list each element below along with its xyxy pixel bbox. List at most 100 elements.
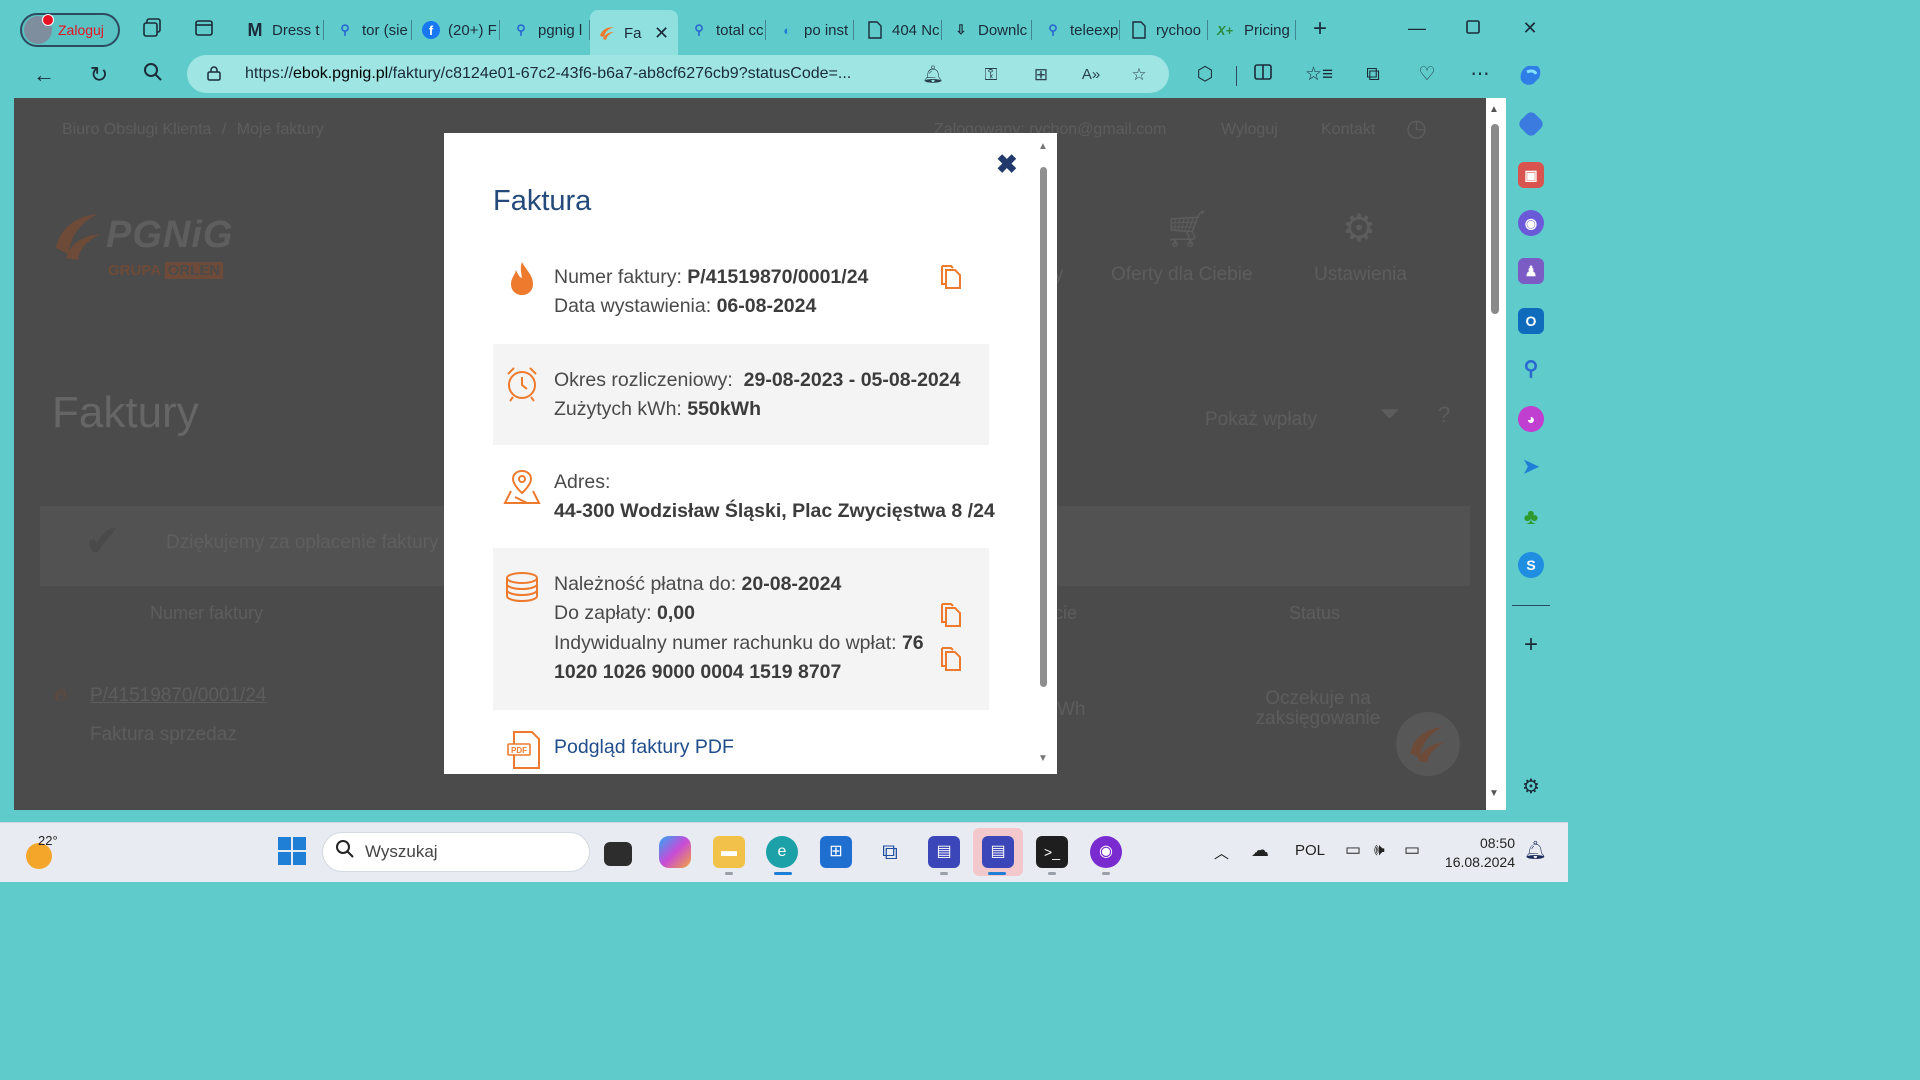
scroll-up-icon[interactable]: ▲: [1489, 104, 1499, 115]
help-icon[interactable]: ?: [1438, 402, 1450, 428]
copilot-icon[interactable]: [1517, 62, 1543, 88]
nav-offers[interactable]: Oferty dla Ciebie: [1111, 264, 1253, 286]
more-menu-icon[interactable]: ⋯: [1467, 62, 1493, 88]
key-icon[interactable]: ⚿: [980, 64, 1002, 86]
url-text: https://ebok.pgnig.pl/faktury/c8124e01-6…: [245, 65, 905, 83]
search-icon[interactable]: [140, 62, 166, 88]
tab-pricing[interactable]: X+ Pricing: [1208, 12, 1296, 48]
workspaces-icon[interactable]: [140, 17, 164, 41]
outlook-icon[interactable]: O: [1518, 308, 1544, 334]
close-window-icon[interactable]: ✕: [1515, 14, 1545, 42]
sidebar-divider: [1512, 605, 1550, 606]
invoice-row-status: Oczekuje na zaksięgowanie: [1255, 688, 1381, 729]
taskbar-search[interactable]: Wyszukaj: [322, 832, 590, 872]
minimize-icon[interactable]: —: [1402, 14, 1432, 42]
invoice-number-label: Numer faktury:: [554, 266, 682, 288]
tab-rychoo[interactable]: rychoo: [1120, 12, 1208, 48]
add-sidebar-icon[interactable]: +: [1518, 632, 1544, 658]
copy-icon[interactable]: [939, 264, 963, 290]
edge-taskbar-icon[interactable]: e: [766, 836, 798, 868]
copy-account-icon[interactable]: [939, 646, 963, 672]
issue-date-label: Data wystawienia:: [554, 295, 712, 317]
show-payments-toggle[interactable]: Pokaż wpłaty: [1205, 409, 1317, 431]
chevron-up-icon[interactable]: ︿: [1214, 842, 1229, 863]
page-scrollbar-thumb[interactable]: [1491, 124, 1499, 314]
logo-sub-grupa: GRUPA: [108, 262, 161, 279]
toolbox-icon[interactable]: ▣: [1518, 162, 1544, 188]
store-icon[interactable]: ⊞: [820, 836, 852, 868]
read-aloud-icon[interactable]: A»: [1080, 64, 1102, 86]
task-view-icon[interactable]: [604, 842, 632, 866]
tab-404[interactable]: 404 Nc: [854, 12, 942, 48]
save-app-active-icon[interactable]: ▤: [982, 836, 1014, 868]
apps-icon[interactable]: ⊞: [1030, 64, 1052, 86]
favorite-star-icon[interactable]: ☆: [1128, 64, 1150, 86]
modal-scroll-up-icon[interactable]: ▲: [1038, 141, 1048, 152]
page-scrollbar[interactable]: ▲ ▼: [1486, 98, 1506, 810]
language-indicator[interactable]: POL: [1295, 842, 1325, 859]
tab-facebook[interactable]: f (20+) F: [412, 12, 500, 48]
bell-icon[interactable]: 🔔︎: [922, 64, 944, 86]
nav-settings[interactable]: Ustawienia: [1314, 264, 1407, 286]
collections-icon[interactable]: ⧉: [1360, 62, 1386, 88]
tab-total[interactable]: ⚲ total cc: [678, 12, 766, 48]
network-icon[interactable]: ▭: [1345, 840, 1361, 860]
kwh-line: Zużytych kWh: 550kWh: [554, 398, 761, 421]
invoice-row-number-link[interactable]: P/41519870/0001/24: [90, 685, 266, 707]
copy-amount-icon[interactable]: [939, 602, 963, 628]
copilot-sidebar-icon[interactable]: ◉: [1518, 210, 1544, 236]
system-clock[interactable]: 08:50 16.08.2024: [1443, 834, 1515, 872]
notification-bell-icon[interactable]: 🔔︎: [1524, 840, 1547, 861]
tab-actions-icon[interactable]: [192, 17, 216, 41]
document-icon: [866, 21, 884, 39]
chat-bubble-button[interactable]: [1396, 712, 1460, 776]
refresh-icon[interactable]: ↻: [86, 62, 112, 88]
address-bar[interactable]: https://ebok.pgnig.pl/faktury/c8124e01-6…: [187, 55, 1169, 93]
tab-tor[interactable]: ⚲ tor (sie: [324, 12, 412, 48]
tor-browser-icon[interactable]: ◉: [1090, 836, 1122, 868]
browser-essentials-icon[interactable]: ♡: [1414, 62, 1440, 88]
tab-download[interactable]: ⇩ Downlc: [942, 12, 1032, 48]
modal-scrollbar[interactable]: ▲ ▼: [1038, 141, 1048, 771]
back-icon[interactable]: ←: [31, 62, 57, 88]
favorites-icon[interactable]: ☆≡: [1305, 62, 1333, 88]
contact-link[interactable]: Kontakt: [1321, 121, 1375, 139]
breadcrumb-home[interactable]: Biuro Obsługi Klienta: [62, 121, 211, 138]
volume-icon[interactable]: 🕪︎: [1374, 840, 1385, 860]
clock-icon[interactable]: ◷: [1406, 114, 1427, 143]
onedrive-icon[interactable]: ☁: [1251, 840, 1269, 861]
skype-icon[interactable]: S: [1518, 552, 1544, 578]
tab-teleexp[interactable]: ⚲ teleexp: [1032, 12, 1120, 48]
logout-link[interactable]: Wyloguj: [1221, 121, 1278, 139]
tab-dress[interactable]: M Dress t: [236, 12, 324, 48]
terminal-icon[interactable]: >_: [1036, 836, 1068, 868]
settings-icon[interactable]: ⚙: [1518, 774, 1544, 800]
battery-icon[interactable]: ▭: [1404, 840, 1420, 860]
start-icon[interactable]: [276, 836, 308, 868]
maximize-icon[interactable]: [1458, 14, 1488, 42]
tab-po-inst[interactable]: ◐ po inst: [766, 12, 854, 48]
lock-icon[interactable]: [207, 65, 223, 84]
new-tab-icon[interactable]: +: [1308, 17, 1332, 41]
filter-icon[interactable]: ⏷: [1379, 398, 1400, 430]
split-screen-icon[interactable]: [1250, 62, 1276, 88]
tab-faktura-active[interactable]: Fa ✕: [590, 10, 678, 56]
extensions-icon[interactable]: ⬡: [1192, 62, 1218, 88]
designer-icon[interactable]: ◕: [1518, 406, 1544, 432]
file-explorer-icon[interactable]: ▬: [713, 836, 745, 868]
modal-scroll-down-icon[interactable]: ▼: [1038, 753, 1048, 764]
profile-button[interactable]: Zaloguj: [20, 13, 120, 47]
search-icon[interactable]: ⚲: [1518, 356, 1544, 382]
save-app-icon[interactable]: ▤: [928, 836, 960, 868]
close-tab-icon[interactable]: ✕: [654, 23, 669, 44]
network-app-icon[interactable]: ⧉: [874, 836, 906, 868]
tree-icon[interactable]: ♣: [1518, 504, 1544, 530]
send-icon[interactable]: ➤: [1518, 454, 1544, 480]
scroll-down-icon[interactable]: ▼: [1489, 788, 1499, 799]
modal-scrollbar-thumb[interactable]: [1040, 167, 1047, 687]
close-icon[interactable]: ✖: [996, 149, 1018, 180]
tab-pgnig-search[interactable]: ⚲ pgnig l: [500, 12, 590, 48]
pdf-preview-link[interactable]: Podgląd faktury PDF: [554, 736, 734, 759]
copilot-taskbar-icon[interactable]: [659, 836, 691, 868]
games-icon[interactable]: ♟: [1518, 258, 1544, 284]
